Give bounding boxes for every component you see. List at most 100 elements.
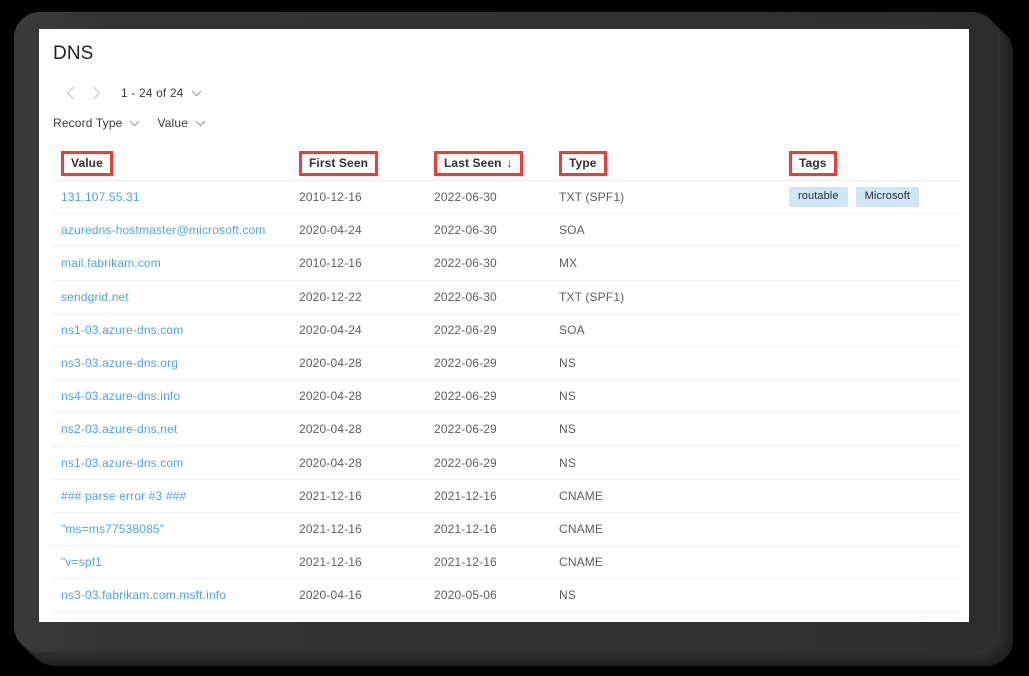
chevron-down-icon[interactable] — [195, 120, 206, 127]
cell-type: NS — [559, 455, 576, 470]
cell-type: CNAME — [559, 555, 604, 570]
value-link[interactable]: ns2-03.azure-dns.net — [61, 422, 177, 436]
pagination-range-label: 1 - 24 of 24 — [121, 86, 184, 100]
filter-record-type[interactable]: Record Type — [53, 116, 140, 130]
table-header-row: Value First Seen Last Seen ↓ Type Tags — [53, 147, 961, 181]
cell-first-seen: 2020-04-28 — [299, 455, 362, 470]
value-link[interactable]: ns1-03.azure-dns.com — [61, 323, 183, 337]
column-header-first-seen-label: First Seen — [309, 156, 369, 170]
cell-type: TXT (SPF1) — [559, 289, 625, 304]
value-link[interactable]: mail.fabrikam.com — [61, 256, 161, 270]
cell-last-seen: 2022-06-29 — [434, 389, 497, 404]
column-header-tags-label: Tags — [799, 156, 827, 170]
sort-descending-icon: ↓ — [506, 156, 513, 170]
cell-value: ### parse error #3 ### — [53, 487, 299, 505]
cell-last-seen: 2021-12-16 — [434, 488, 497, 503]
cell-last-seen: 2022-06-30 — [434, 289, 497, 304]
cell-tags: routable Microsoft — [789, 187, 961, 208]
cell-type: NS — [559, 588, 576, 603]
cell-last-seen: 2022-06-29 — [434, 455, 497, 470]
cell-first-seen: 2020-04-24 — [299, 223, 362, 238]
value-link[interactable]: 131.107.55.31 — [61, 190, 140, 204]
value-link[interactable]: "ms=ms77538085" — [61, 522, 164, 536]
column-header-type[interactable]: Type — [559, 151, 789, 176]
cell-type: NS — [559, 422, 576, 437]
cell-first-seen: 2021-12-16 — [299, 521, 362, 536]
cell-value: "v=spf1 — [53, 553, 299, 571]
value-link[interactable]: azuredns-hostmaster@microsoft.com — [61, 223, 266, 237]
value-link[interactable]: ns4-03.azure-dns.info — [61, 389, 180, 403]
cell-last-seen: 2022-06-30 — [434, 223, 497, 238]
column-header-last-seen[interactable]: Last Seen ↓ — [434, 151, 559, 176]
cell-last-seen: 2022-06-29 — [434, 356, 497, 371]
cell-value: ns3-03.azure-dns.org — [53, 354, 299, 372]
cell-value: 131.107.55.31 — [53, 188, 299, 206]
cell-value: ns2-03.azure-dns.net — [53, 420, 299, 438]
tag-pill[interactable]: routable — [789, 187, 848, 208]
cell-value: ns1-03.azure-dns.com — [53, 321, 299, 339]
value-link[interactable]: ns3-03.azure-dns.org — [61, 356, 178, 370]
cell-first-seen: 2021-12-16 — [299, 488, 362, 503]
cell-type: CNAME — [559, 521, 604, 536]
chevron-down-icon[interactable] — [129, 120, 140, 127]
cell-type: SOA — [559, 223, 585, 238]
chevron-down-icon[interactable] — [191, 90, 202, 97]
table-row: ns3-03.azure-dns.org 2020-04-28 2022-06-29… — [53, 347, 961, 381]
tag-pill[interactable]: Microsoft — [855, 187, 920, 208]
cell-first-seen: 2020-04-28 — [299, 422, 362, 437]
filter-bar: Record Type Value — [53, 116, 206, 130]
cell-value: sendgrid.net — [53, 288, 299, 306]
app-screen: DNS 1 - 24 of 24 Record Type Value Value… — [39, 29, 969, 622]
chevron-left-icon[interactable] — [57, 82, 83, 104]
cell-last-seen: 2022-06-29 — [434, 422, 497, 437]
cell-last-seen: 2022-06-30 — [434, 190, 497, 205]
table-row: azuredns-hostmaster@microsoft.com 2020-04… — [53, 214, 961, 248]
cell-type: NS — [559, 356, 576, 371]
cell-first-seen: 2021-12-16 — [299, 555, 362, 570]
cell-last-seen: 2021-12-16 — [434, 555, 497, 570]
column-header-first-seen[interactable]: First Seen — [299, 151, 434, 176]
value-link[interactable]: "v=spf1 — [61, 555, 102, 569]
value-link[interactable]: ns3-03.fabrikam.com.msft.info — [61, 588, 226, 602]
cell-last-seen: 2020-05-06 — [434, 588, 497, 603]
column-header-value-label: Value — [71, 156, 103, 170]
pagination-control: 1 - 24 of 24 — [57, 82, 202, 104]
table-row: ns1-03.azure-dns.com 2020-04-28 2022-06-29… — [53, 447, 961, 480]
table-row: sendgrid.net 2020-12-22 2022-06-30 TXT (SPF… — [53, 281, 961, 314]
cell-last-seen: 2022-06-30 — [434, 256, 497, 271]
device-frame: DNS 1 - 24 of 24 Record Type Value Value… — [14, 12, 998, 652]
filter-value[interactable]: Value — [157, 116, 206, 130]
cell-last-seen: 2021-12-16 — [434, 521, 497, 536]
cell-value: mail.fabrikam.com — [53, 254, 299, 272]
filter-record-type-label: Record Type — [53, 116, 123, 130]
cell-first-seen: 2020-12-22 — [299, 289, 362, 304]
cell-first-seen: 2010-12-16 — [299, 256, 362, 271]
table-row: mail.fabrikam.com 2010-12-16 2022-06-30 MX — [53, 247, 961, 281]
column-header-value[interactable]: Value — [53, 151, 299, 176]
table-row: ns1-03.azure-dns.com 2020-04-24 2022-06-29… — [53, 314, 961, 347]
cell-type: NS — [559, 389, 576, 404]
column-header-last-seen-label: Last Seen — [444, 156, 502, 170]
filter-value-label: Value — [157, 116, 189, 130]
tag-list: routable Microsoft — [789, 187, 961, 208]
cell-type: MX — [559, 256, 578, 271]
cell-first-seen: 2020-04-16 — [299, 588, 362, 603]
value-link[interactable]: ### parse error #3 ### — [61, 489, 186, 503]
table-row: ns2-03.azure-dns.net 2020-04-28 2022-06-29… — [53, 413, 961, 447]
cell-value: "ms=ms77538085" — [53, 520, 299, 538]
cell-value: ns1-03.azure-dns.com — [53, 454, 299, 472]
column-header-tags[interactable]: Tags — [789, 151, 961, 176]
table-row: ns3-03.fabrikam.com.msft.info 2020-04-16 2… — [53, 579, 961, 613]
cell-value: ns4-03.azure-dns.info — [53, 387, 299, 405]
cell-first-seen: 2020-04-24 — [299, 322, 362, 337]
dns-records-table: Value First Seen Last Seen ↓ Type Tags 13… — [53, 147, 961, 613]
table-row: "v=spf1 2021-12-16 2021-12-16 CNAME — [53, 546, 961, 580]
value-link[interactable]: ns1-03.azure-dns.com — [61, 456, 183, 470]
table-row: "ms=ms77538085" 2021-12-16 2021-12-16 CNAME — [53, 513, 961, 547]
column-header-type-label: Type — [569, 156, 597, 170]
chevron-right-icon[interactable] — [83, 82, 109, 104]
cell-value: azuredns-hostmaster@microsoft.com — [53, 221, 299, 239]
value-link[interactable]: sendgrid.net — [61, 290, 129, 304]
cell-first-seen: 2020-04-28 — [299, 356, 362, 371]
cell-type: CNAME — [559, 488, 604, 503]
